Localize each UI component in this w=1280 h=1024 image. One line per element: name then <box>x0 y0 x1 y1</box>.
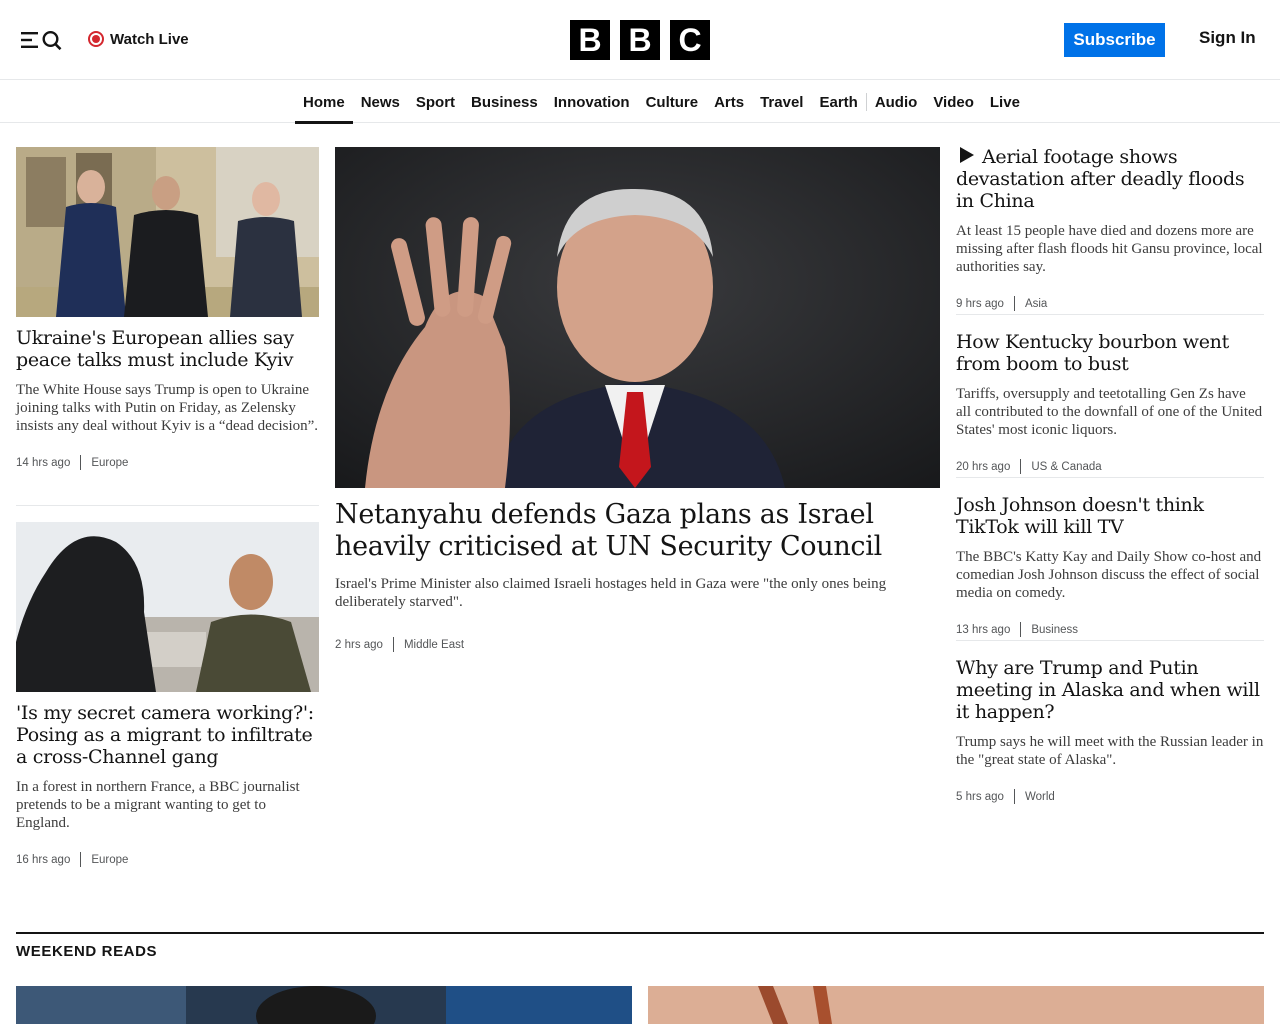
story-section-link[interactable]: Business <box>1031 624 1078 636</box>
section-title-weekend-reads: WEEKEND READS <box>16 943 158 960</box>
story-divider <box>956 477 1264 478</box>
meta-divider <box>1013 296 1015 311</box>
bbc-logo[interactable]: B B C <box>570 20 710 60</box>
story-headline[interactable]: How Kentucky bourbon went from boom to b… <box>956 331 1264 375</box>
menu-icon <box>21 32 38 48</box>
story-time: 5 hrs ago <box>956 790 1004 803</box>
story-summary: The BBC's Katty Kay and Daily Show co-ho… <box>956 549 1262 601</box>
story-section-link[interactable]: Europe <box>91 457 128 469</box>
story-image-secret-camera[interactable] <box>16 522 319 692</box>
story-time: 14 hrs ago <box>16 456 71 469</box>
logo-letter: B <box>570 20 610 60</box>
nav-item-travel[interactable]: Travel <box>752 81 811 123</box>
meta-divider <box>1020 459 1022 474</box>
story-summary: Tariffs, oversupply and teetotalling Gen… <box>956 386 1263 438</box>
main-navigation: Home News Sport Business Innovation Cult… <box>0 81 1280 124</box>
nav-item-innovation[interactable]: Innovation <box>546 81 638 123</box>
story-time: 9 hrs ago <box>956 297 1004 310</box>
main-story-headline[interactable]: Netanyahu defends Gaza plans as Israel h… <box>335 499 940 563</box>
weekend-read-image-1[interactable] <box>16 986 632 1024</box>
story-section-link[interactable]: World <box>1025 791 1055 803</box>
story-card-ukraine-allies[interactable]: Ukraine's European allies say peace talk… <box>16 327 319 470</box>
meta-divider <box>1020 622 1022 637</box>
watch-live-link[interactable]: Watch Live <box>88 28 189 50</box>
story-time: 13 hrs ago <box>956 623 1011 636</box>
story-section-link[interactable]: Asia <box>1025 298 1047 310</box>
nav-item-news[interactable]: News <box>353 81 408 123</box>
weekend-read-image-2[interactable] <box>648 986 1264 1024</box>
nav-item-video[interactable]: Video <box>925 81 982 123</box>
photo-weekend-read-2 <box>648 986 1264 1024</box>
story-summary: Trump says he will meet with the Russian… <box>956 734 1264 768</box>
logo-letter: C <box>670 20 710 60</box>
story-summary: The White House says Trump is open to Uk… <box>16 382 319 434</box>
meta-divider <box>80 852 82 867</box>
nav-item-business[interactable]: Business <box>463 81 546 123</box>
nav-item-sport[interactable]: Sport <box>408 81 463 123</box>
main-story-summary: Israel's Prime Minister also claimed Isr… <box>335 576 887 610</box>
nav-item-live[interactable]: Live <box>982 81 1028 123</box>
story-divider <box>956 640 1264 641</box>
meta-divider <box>392 637 394 652</box>
story-summary: At least 15 people have died and dozens … <box>956 223 1263 275</box>
photo-migrant-investigation <box>16 522 319 692</box>
nav-item-arts[interactable]: Arts <box>706 81 752 123</box>
story-image-ukraine-allies[interactable] <box>16 147 319 317</box>
story-headline[interactable]: Why are Trump and Putin meeting in Alask… <box>956 657 1264 723</box>
story-meta: 13 hrs ago Business <box>956 622 1264 637</box>
story-card-trump-putin-alaska[interactable]: Why are Trump and Putin meeting in Alask… <box>956 657 1264 804</box>
story-meta: 20 hrs ago US & Canada <box>956 459 1264 474</box>
story-meta: 5 hrs ago World <box>956 789 1264 804</box>
story-time: 16 hrs ago <box>16 853 71 866</box>
play-icon <box>960 147 974 163</box>
story-card-kentucky-bourbon[interactable]: How Kentucky bourbon went from boom to b… <box>956 331 1264 474</box>
main-story-image[interactable] <box>335 147 940 488</box>
main-story-card[interactable]: Netanyahu defends Gaza plans as Israel h… <box>335 499 940 652</box>
logo-letter: B <box>620 20 660 60</box>
story-section-link[interactable]: US & Canada <box>1031 461 1101 473</box>
story-divider <box>16 505 319 506</box>
story-card-secret-camera[interactable]: 'Is my secret camera working?': Posing a… <box>16 702 319 867</box>
photo-weekend-read-1 <box>16 986 632 1024</box>
nav-item-earth[interactable]: Earth <box>811 81 865 123</box>
story-headline[interactable]: Aerial footage shows devastation after d… <box>956 146 1264 212</box>
photo-leaders-walking <box>16 147 319 317</box>
sign-in-link[interactable]: Sign In <box>1199 28 1256 48</box>
search-icon <box>42 30 62 51</box>
site-header: Watch Live B B C Subscribe Sign In <box>0 0 1280 80</box>
meta-divider <box>80 455 82 470</box>
nav-item-culture[interactable]: Culture <box>638 81 707 123</box>
story-meta: 14 hrs ago Europe <box>16 455 319 470</box>
subscribe-button[interactable]: Subscribe <box>1064 23 1165 57</box>
story-card-josh-johnson[interactable]: Josh Johnson doesn't think TikTok will k… <box>956 494 1264 637</box>
story-section-link[interactable]: Middle East <box>404 639 464 651</box>
story-headline[interactable]: Ukraine's European allies say peace talk… <box>16 327 319 371</box>
story-card-china-floods[interactable]: Aerial footage shows devastation after d… <box>956 146 1264 311</box>
story-section-link[interactable]: Europe <box>91 854 128 866</box>
story-divider <box>956 314 1264 315</box>
section-rule <box>16 932 1264 934</box>
nav-item-home[interactable]: Home <box>295 81 353 124</box>
story-headline-text: Aerial footage shows devastation after d… <box>956 146 1245 212</box>
story-meta: 16 hrs ago Europe <box>16 852 319 867</box>
watch-live-label: Watch Live <box>110 30 189 48</box>
nav-item-audio[interactable]: Audio <box>867 81 926 123</box>
story-time: 20 hrs ago <box>956 460 1011 473</box>
photo-netanyahu <box>335 147 940 488</box>
story-time: 2 hrs ago <box>335 638 383 651</box>
story-headline[interactable]: 'Is my secret camera working?': Posing a… <box>16 702 319 768</box>
menu-search-button[interactable] <box>20 27 64 53</box>
story-summary: In a forest in northern France, a BBC jo… <box>16 779 300 831</box>
live-indicator-icon <box>88 31 104 47</box>
meta-divider <box>1013 789 1015 804</box>
main-story-meta: 2 hrs ago Middle East <box>335 637 940 652</box>
story-headline[interactable]: Josh Johnson doesn't think TikTok will k… <box>956 494 1264 538</box>
story-meta: 9 hrs ago Asia <box>956 296 1264 311</box>
